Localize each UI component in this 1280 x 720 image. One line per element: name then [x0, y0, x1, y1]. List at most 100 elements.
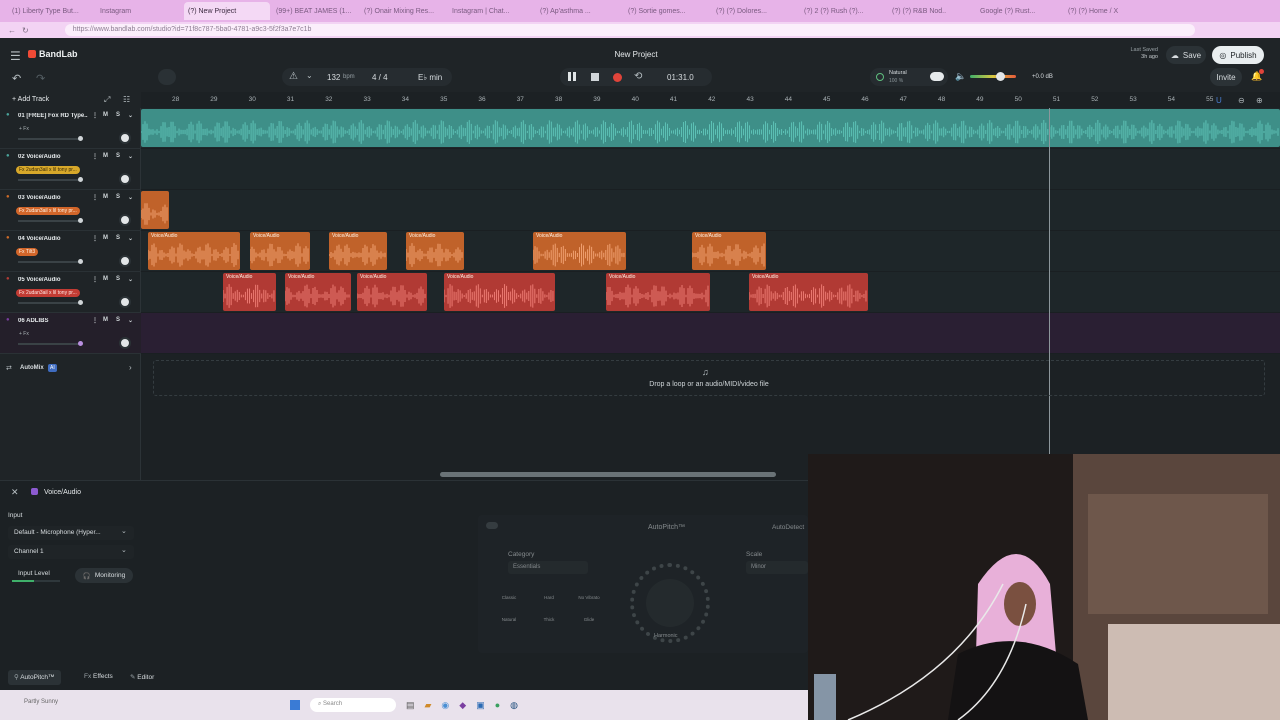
input-device-select[interactable]: Default - Microphone (Hyper... ⌄ [8, 526, 134, 540]
category-select[interactable]: Essentials [508, 561, 588, 574]
playhead[interactable] [1049, 108, 1050, 454]
bpm-value[interactable]: 132 [327, 73, 340, 82]
speaker-icon[interactable]: 🔈 [955, 71, 966, 82]
record-icon[interactable] [613, 73, 622, 82]
project-title[interactable]: New Project [560, 50, 712, 59]
mute-button[interactable]: M [103, 235, 108, 241]
audio-clip[interactable]: Voice/Audio [749, 273, 868, 311]
track-pan-knob[interactable] [119, 214, 131, 226]
track-more-icon[interactable]: ⋮ [92, 235, 98, 242]
solo-button[interactable]: S [116, 153, 120, 159]
track-more-icon[interactable]: ⋮ [92, 317, 98, 324]
track-more-icon[interactable]: ⋮ [92, 194, 98, 201]
audio-clip[interactable]: Voice/Audio [357, 273, 427, 311]
edge-icon[interactable]: ◉ [441, 700, 449, 711]
track-fx-chip[interactable]: Fx 2udan3ail x lil tony pr... [16, 166, 80, 174]
track-header[interactable]: ● 04 Voice/Audio Fx Tilt3 ⋮ M S ⌄ [0, 231, 141, 272]
chevron-down-icon[interactable]: ⌄ [306, 71, 313, 80]
track-header[interactable]: ● 02 Voice/Audio Fx 2udan3ail x lil tony… [0, 149, 141, 190]
browser-tab[interactable]: (?) (?) Home / X [1064, 2, 1150, 20]
browser-tab[interactable]: (?) (?) Dolores... [712, 2, 798, 20]
chevron-down-icon[interactable]: ⌄ [128, 317, 133, 324]
redo-icon[interactable]: ↷ [36, 72, 45, 85]
audio-clip[interactable]: Voice/Audio [692, 232, 766, 270]
solo-button[interactable]: S [116, 194, 120, 200]
autopitch-toggle[interactable] [486, 522, 498, 529]
solo-button[interactable]: S [116, 235, 120, 241]
preset-button[interactable]: Natural [490, 617, 528, 622]
track-pan-knob[interactable] [119, 296, 131, 308]
loop-icon[interactable]: ⟲ [634, 71, 642, 82]
brand-name[interactable]: BandLab [39, 49, 78, 59]
browser-tab[interactable]: Instagram | Chat... [448, 2, 534, 20]
track-lane[interactable] [141, 190, 1280, 231]
preset-button[interactable]: Classic [490, 595, 528, 600]
windows-start-icon[interactable] [289, 700, 300, 710]
track-volume-slider[interactable] [18, 300, 83, 305]
tuner-icon[interactable] [876, 73, 884, 81]
zoom-in-icon[interactable]: ⊕ [1256, 96, 1263, 105]
refresh-icon[interactable]: ↻ [22, 26, 29, 35]
master-volume-slider[interactable] [970, 75, 1016, 78]
mute-button[interactable]: M [103, 194, 108, 200]
publish-button[interactable]: ◎ Publish [1212, 46, 1264, 64]
track-fx-chip[interactable]: + Fx [16, 125, 32, 133]
chevron-down-icon[interactable]: ⌄ [128, 153, 133, 160]
arrangement-view[interactable]: Voice/Audio Voice/Audio Voice/Audio Voice/A… [141, 108, 1280, 370]
track-lane[interactable]: Voice/Audio Voice/Audio Voice/Audio Voice/A… [141, 231, 1280, 272]
browser-tab[interactable]: Instagram [96, 2, 182, 20]
browser-tab[interactable]: (?) 2 (?) Rush (?)... [800, 2, 886, 20]
mute-button[interactable]: M [103, 276, 108, 282]
browser-tab[interactable]: (?) New Project [184, 2, 270, 20]
back-icon[interactable]: ← [8, 26, 16, 35]
mute-button[interactable]: M [103, 112, 108, 118]
horizontal-scrollbar[interactable] [440, 472, 776, 477]
track-volume-handle[interactable] [78, 136, 83, 141]
autopitch-knob[interactable] [630, 563, 710, 643]
track-header[interactable]: ● 01 [FREE] Fox RD Type... + Fx ⋮ M S ⌄ [0, 108, 141, 149]
track-arm-icon[interactable]: ● [6, 235, 10, 241]
track-arm-icon[interactable]: ● [6, 276, 10, 282]
invite-button[interactable]: Invite [1210, 68, 1242, 86]
solo-button[interactable]: S [116, 112, 120, 118]
mute-button[interactable]: M [103, 317, 108, 323]
panel-tab[interactable]: Fx Effects [78, 670, 119, 685]
track-name[interactable]: 01 [FREE] Fox RD Type... [18, 113, 88, 119]
track-lane[interactable] [141, 313, 1280, 354]
stop-icon[interactable] [591, 73, 599, 81]
track-volume-handle[interactable] [78, 341, 83, 346]
audio-clip[interactable]: Voice/Audio [606, 273, 710, 311]
mute-button[interactable]: M [103, 153, 108, 159]
track-arm-icon[interactable]: ● [6, 194, 10, 200]
zoom-out-icon[interactable]: ⊖ [1238, 96, 1245, 105]
chevron-down-icon[interactable]: ⌄ [128, 112, 133, 119]
track-pan-knob[interactable] [119, 255, 131, 267]
undo-icon[interactable]: ↶ [12, 72, 21, 85]
preset-button[interactable]: Hard [530, 595, 568, 600]
track-fx-chip[interactable]: + Fx [16, 330, 32, 338]
tuner-toggle[interactable] [930, 72, 944, 81]
track-name[interactable]: 06 ADLIBS [18, 318, 88, 324]
solo-button[interactable]: S [116, 317, 120, 323]
audio-clip[interactable] [141, 109, 1280, 147]
time-signature[interactable]: 4 / 4 [372, 73, 388, 82]
track-volume-slider[interactable] [18, 341, 83, 346]
chrome-icon[interactable]: ● [495, 700, 500, 710]
save-button[interactable]: ☁ Save [1166, 46, 1206, 64]
track-volume-slider[interactable] [18, 218, 83, 223]
audio-clip[interactable]: Voice/Audio [148, 232, 240, 270]
chevron-down-icon[interactable]: ⌄ [128, 194, 133, 201]
track-more-icon[interactable]: ⋮ [92, 112, 98, 119]
track-arm-icon[interactable]: ● [6, 112, 10, 118]
track-volume-handle[interactable] [78, 300, 83, 305]
track-volume-handle[interactable] [78, 177, 83, 182]
track-lane[interactable] [141, 149, 1280, 190]
track-arm-icon[interactable]: ● [6, 153, 10, 159]
menu-icon[interactable]: ☰ [10, 49, 21, 63]
track-more-icon[interactable]: ⋮ [92, 276, 98, 283]
key-signature[interactable]: E♭ min [418, 73, 442, 82]
audio-clip[interactable]: Voice/Audio [329, 232, 387, 270]
solo-button[interactable]: S [116, 276, 120, 282]
browser-tab[interactable]: Google (?) Rust... [976, 2, 1062, 20]
master-volume-handle[interactable] [996, 72, 1005, 81]
